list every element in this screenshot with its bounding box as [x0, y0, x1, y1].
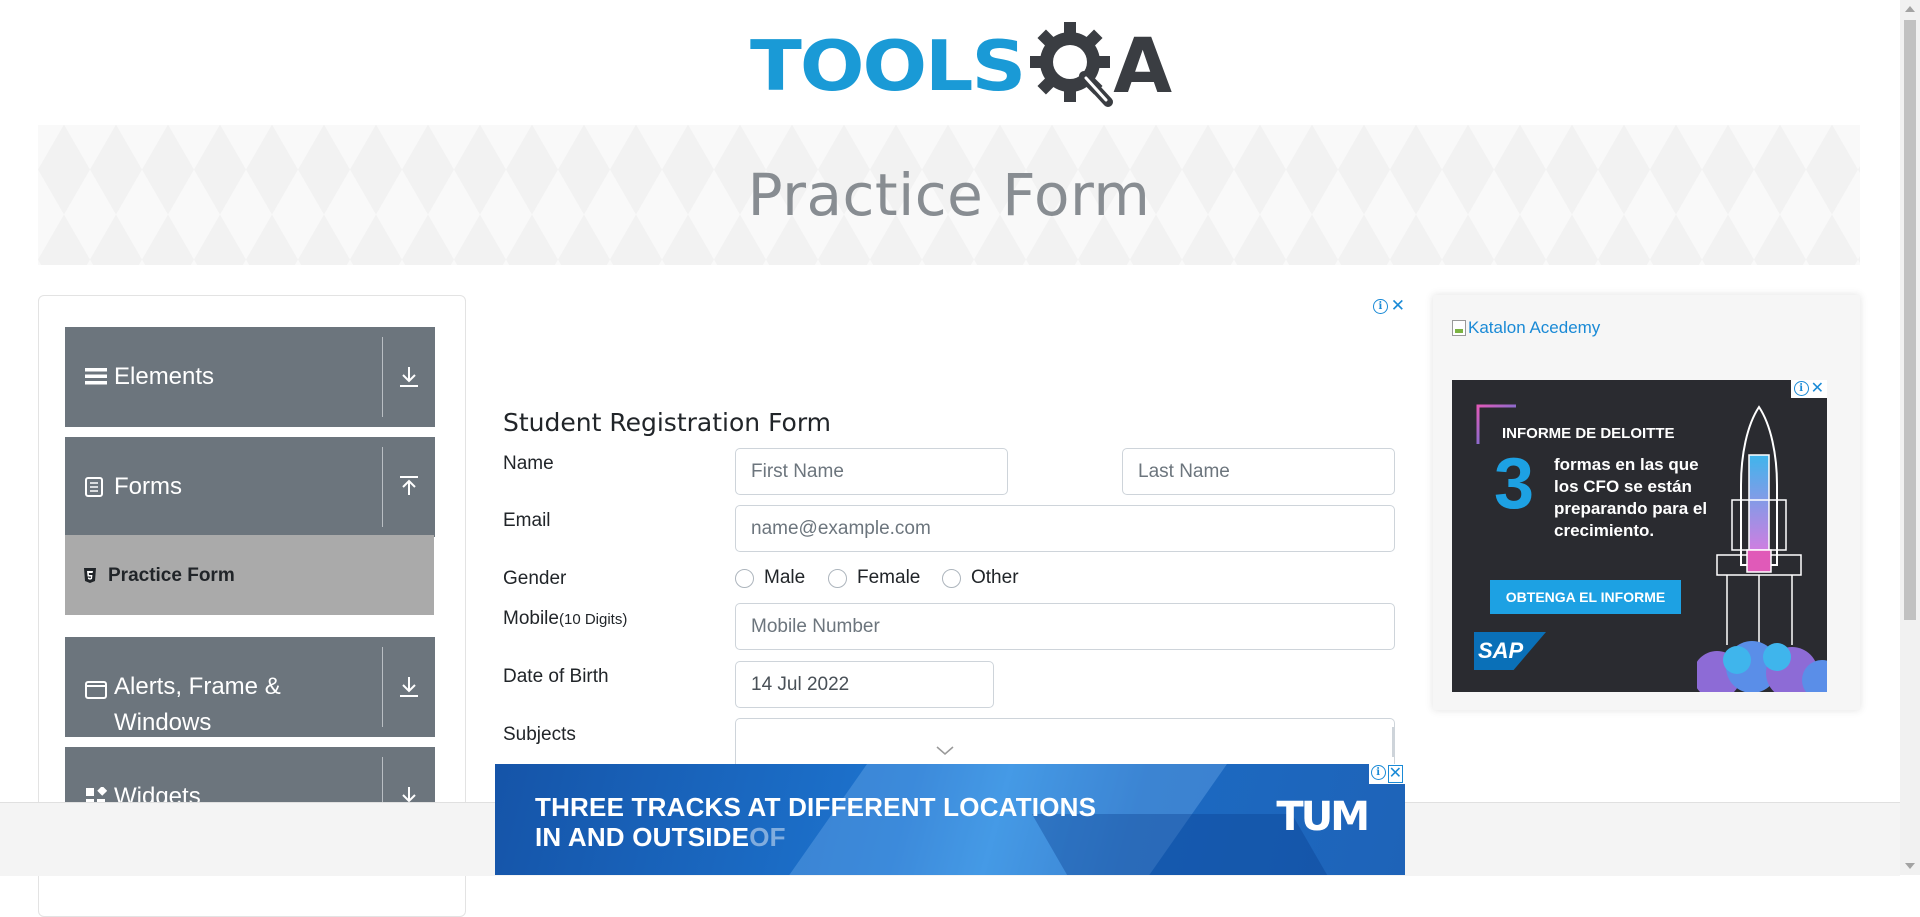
subjects-input[interactable]	[735, 718, 1395, 768]
upload-arrow-icon[interactable]	[393, 471, 425, 503]
email-input[interactable]	[735, 505, 1395, 552]
scrollbar-thumb[interactable]	[1904, 20, 1916, 620]
radio-circle[interactable]	[735, 568, 754, 588]
logo-a-text: A	[1113, 20, 1173, 110]
close-icon[interactable]: ✕	[1391, 298, 1405, 315]
broken-image-icon	[1452, 320, 1466, 336]
sidebar-group-forms[interactable]: Forms	[65, 437, 435, 537]
sap-logo: SAP	[1474, 632, 1546, 670]
info-icon[interactable]: i	[1370, 765, 1386, 780]
mobile-hint: (10 Digits)	[558, 611, 628, 628]
mobile-label-text: Mobile	[503, 608, 559, 629]
gear-magnifier-icon	[1026, 18, 1121, 113]
gender-radio-female[interactable]: Female	[828, 567, 920, 589]
first-name-input[interactable]	[735, 448, 1008, 495]
radio-circle[interactable]	[828, 568, 847, 588]
download-arrow-icon[interactable]	[393, 361, 425, 393]
tum-logo: TUM	[1276, 794, 1370, 840]
info-icon[interactable]: i	[1373, 298, 1388, 314]
document-icon	[85, 477, 109, 502]
sidebar-group-label: Alerts, Frame & Windows	[114, 673, 281, 736]
hamburger-icon	[85, 365, 109, 392]
ad-choices[interactable]: i ✕	[1373, 296, 1405, 316]
chevron-down-icon[interactable]	[936, 743, 954, 761]
radio-label[interactable]: Other	[971, 567, 1019, 589]
download-arrow-icon[interactable]	[393, 671, 425, 703]
radio-label[interactable]: Female	[857, 567, 920, 589]
ad-headline-text: IN AND OUTSIDE	[535, 822, 750, 852]
mobile-label: Mobile(10 Digits)	[503, 608, 627, 630]
deloitte-title: INFORME DE DELOITTE	[1502, 425, 1675, 442]
sidebar-group-label: Forms	[114, 473, 182, 500]
scroll-down-arrow-icon[interactable]	[1905, 863, 1915, 869]
toolsqa-logo[interactable]: TOOLS A	[750, 18, 1172, 113]
sidebar-item-practice-form[interactable]: Practice Form	[65, 535, 434, 615]
divider	[382, 647, 383, 727]
rocket-illustration	[1697, 405, 1827, 692]
ad-choices[interactable]: i ✕	[1790, 380, 1827, 398]
radio-label[interactable]: Male	[764, 567, 805, 589]
mobile-input[interactable]	[735, 603, 1395, 650]
big-number: 3	[1494, 444, 1535, 524]
vertical-scrollbar[interactable]	[1900, 0, 1920, 875]
date-of-birth-input[interactable]	[735, 661, 994, 708]
email-label: Email	[503, 510, 551, 531]
gender-radio-male[interactable]: Male	[735, 567, 805, 589]
radio-circle[interactable]	[942, 568, 961, 588]
gender-label: Gender	[503, 568, 567, 589]
divider	[1392, 727, 1394, 757]
get-report-button[interactable]: OBTENGA EL INFORME	[1490, 580, 1681, 614]
logo-tools-text: TOOLS	[750, 24, 1026, 106]
page-banner: Practice Form	[38, 125, 1860, 265]
sap-deloitte-ad[interactable]: INFORME DE DELOITTE 3 formas en las que …	[1452, 380, 1827, 692]
ad-headline-line2: IN AND OUTSIDEOF	[535, 822, 786, 853]
katalon-alt-text[interactable]: Katalon Acedemy	[1468, 318, 1600, 338]
sidebar-group-alerts-frame-windows[interactable]: Alerts, Frame & Windows	[65, 637, 435, 737]
ad-headline-faded: OF	[749, 822, 786, 852]
divider	[382, 447, 383, 527]
sidebar-group-elements[interactable]: Elements	[65, 327, 435, 427]
dob-label: Date of Birth	[503, 666, 609, 687]
html5-icon	[83, 567, 97, 589]
sidebar-item-label: Practice Form	[108, 565, 235, 586]
katalon-academy-link[interactable]: Katalon Acedemy	[1452, 318, 1600, 338]
divider	[382, 337, 383, 417]
tum-banner-ad[interactable]: THREE TRACKS AT DIFFERENT LOCATIONS IN A…	[495, 764, 1405, 875]
name-label: Name	[503, 453, 554, 474]
last-name-input[interactable]	[1122, 448, 1395, 495]
form-title: Student Registration Form	[503, 408, 832, 437]
subjects-label: Subjects	[503, 724, 576, 745]
info-icon[interactable]: i	[1793, 381, 1809, 396]
ad-description: formas en las que los CFO se están prepa…	[1554, 455, 1708, 540]
scroll-up-arrow-icon[interactable]	[1905, 6, 1915, 12]
sidebar-group-label: Elements	[114, 363, 215, 390]
ad-headline-line1: THREE TRACKS AT DIFFERENT LOCATIONS	[535, 792, 1097, 822]
ad-choices[interactable]: i ✕	[1368, 764, 1405, 784]
gender-radio-other[interactable]: Other	[942, 567, 1019, 589]
window-icon	[85, 681, 109, 704]
page-title: Practice Form	[747, 161, 1151, 229]
close-icon[interactable]: ✕	[1387, 765, 1403, 783]
close-icon[interactable]: ✕	[1811, 381, 1824, 397]
